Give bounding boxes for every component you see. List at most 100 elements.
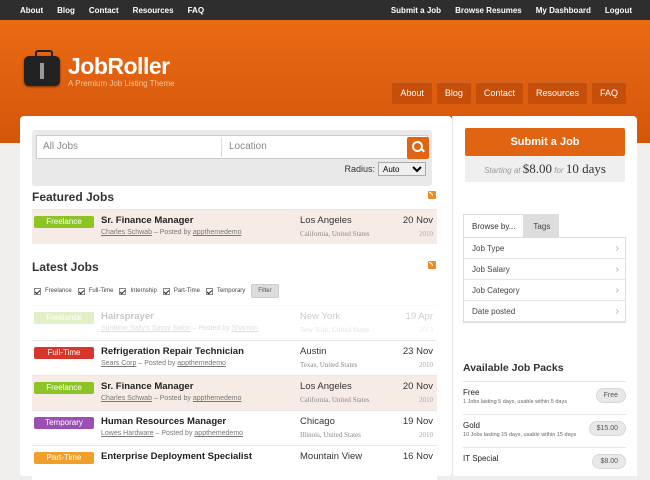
pack-desc: 1 Jobs lasting 5 days, usable within 5 d… xyxy=(463,399,567,405)
featured-job-row[interactable]: Freelance Sr. Finance Manager Charles Sc… xyxy=(32,209,437,244)
filter-button[interactable]: Filter xyxy=(251,284,279,298)
job-meta: Sears Corp – Posted by appthemedemo xyxy=(101,360,226,367)
location-input[interactable]: Location xyxy=(229,141,267,152)
job-title[interactable]: Refrigeration Repair Technician xyxy=(101,346,244,357)
top-nav-contact[interactable]: Contact xyxy=(89,6,119,15)
search-icon[interactable] xyxy=(407,137,429,159)
filter-label: Internship xyxy=(130,288,157,294)
poster-link[interactable]: appthemedemo xyxy=(177,360,226,367)
job-row[interactable]: Part-Time Enterprise Deployment Speciali… xyxy=(32,445,437,480)
top-nav-logout[interactable]: Logout xyxy=(605,6,632,15)
job-region: Texas, United States xyxy=(300,361,358,369)
browse-item-date-posted[interactable]: Date posted xyxy=(464,301,625,322)
posted-prefix: – Posted by xyxy=(138,360,176,367)
filter-label: Freelance xyxy=(45,288,72,294)
company-link[interactable]: Lowes Hardware xyxy=(101,430,154,437)
job-row[interactable]: Full-Time Refrigeration Repair Technicia… xyxy=(32,340,437,375)
job-pack-free[interactable]: Free 1 Jobs lasting 5 days, usable withi… xyxy=(463,381,626,414)
poster-link[interactable]: appthemedemo xyxy=(193,229,242,236)
radius-select[interactable]: Auto xyxy=(378,162,426,176)
checkbox-icon[interactable] xyxy=(119,287,127,295)
poster-link[interactable]: appthemedemo xyxy=(193,395,242,402)
filter-label: Part-Time xyxy=(173,288,200,294)
job-meta: Lowes Hardware – Posted by appthemedemo xyxy=(101,430,243,437)
keyword-input[interactable]: All Jobs xyxy=(43,141,78,152)
radius-control: Radius: Auto xyxy=(344,162,426,176)
job-city: Los Angeles xyxy=(300,381,352,392)
browse-item-job-type[interactable]: Job Type xyxy=(464,238,625,259)
job-pack-it-special[interactable]: IT Special $8.00 xyxy=(463,447,626,480)
top-nav-dashboard[interactable]: My Dashboard xyxy=(536,6,591,15)
tab-browse-by[interactable]: Browse by... xyxy=(463,214,525,238)
checkbox-icon[interactable] xyxy=(77,287,85,295)
job-type-badge: Freelance xyxy=(34,382,94,394)
job-date: 20 Nov xyxy=(402,215,433,226)
pack-price[interactable]: $15.00 xyxy=(588,421,626,436)
top-nav-browse-resumes[interactable]: Browse Resumes xyxy=(455,6,522,15)
company-link[interactable]: Sunblow Sally's Sassy Salon xyxy=(101,325,191,332)
job-city: Mountain View xyxy=(300,451,363,462)
browse-item-job-salary[interactable]: Job Salary xyxy=(464,259,625,280)
job-date: 20 Nov xyxy=(402,381,433,392)
pack-price[interactable]: $8.00 xyxy=(592,454,626,469)
posted-prefix: – Posted by xyxy=(192,325,230,332)
header-nav: About Blog Contact Resources FAQ xyxy=(392,82,626,104)
header-nav-about[interactable]: About xyxy=(392,82,432,104)
top-nav-faq[interactable]: FAQ xyxy=(188,6,204,15)
company-link[interactable]: Charles Schwab xyxy=(101,395,152,402)
briefcase-icon xyxy=(24,50,60,86)
rss-icon[interactable] xyxy=(428,261,436,269)
job-row[interactable]: Freelance Hairsprayer Sunblow Sally's Sa… xyxy=(32,305,437,340)
browse-list: Job Type Job Salary Job Category Date po… xyxy=(463,237,626,323)
checkbox-icon[interactable] xyxy=(205,287,213,295)
job-title[interactable]: Sr. Finance Manager xyxy=(101,381,193,392)
header-nav-resources[interactable]: Resources xyxy=(527,82,587,104)
job-title[interactable]: Hairsprayer xyxy=(101,311,154,322)
submit-job-button[interactable]: Submit a Job xyxy=(465,128,625,156)
job-row[interactable]: Temporary Human Resources Manager Lowes … xyxy=(32,410,437,445)
job-city: Austin xyxy=(300,346,327,357)
filter-parttime[interactable]: Part-Time xyxy=(162,287,200,295)
job-year: 2010 xyxy=(419,431,433,439)
top-nav-submit-job[interactable]: Submit a Job xyxy=(391,6,441,15)
filter-temporary[interactable]: Temporary xyxy=(205,287,246,295)
browse-tabs: Browse by... Tags xyxy=(463,214,560,238)
job-type-filters: Freelance Full-Time Internship Part-Time… xyxy=(34,284,279,298)
company-link[interactable]: Sears Corp xyxy=(101,360,136,367)
pack-price[interactable]: Free xyxy=(595,388,626,403)
filter-fulltime[interactable]: Full-Time xyxy=(77,287,113,295)
browse-item-job-category[interactable]: Job Category xyxy=(464,280,625,301)
job-title[interactable]: Enterprise Deployment Specialist xyxy=(101,451,252,462)
top-nav-resources[interactable]: Resources xyxy=(133,6,174,15)
filter-label: Temporary xyxy=(216,288,246,294)
filter-internship[interactable]: Internship xyxy=(119,287,157,295)
top-nav-blog[interactable]: Blog xyxy=(57,6,75,15)
site-logo[interactable]: JobRoller A Premium Job Listing Theme xyxy=(24,50,175,88)
job-title[interactable]: Human Resources Manager xyxy=(101,416,226,427)
posted-prefix: – Posted by xyxy=(153,229,191,236)
job-type-badge: Part-Time xyxy=(34,452,94,464)
job-year: 2013 xyxy=(419,326,433,334)
header-nav-blog[interactable]: Blog xyxy=(436,82,471,104)
header-nav-contact[interactable]: Contact xyxy=(475,82,523,104)
filter-freelance[interactable]: Freelance xyxy=(34,287,72,295)
price-duration: 10 days xyxy=(565,161,606,176)
company-link[interactable]: Charles Schwab xyxy=(101,229,152,236)
checkbox-icon[interactable] xyxy=(162,287,170,295)
poster-link[interactable]: appthemedemo xyxy=(194,430,243,437)
rss-icon[interactable] xyxy=(428,191,436,199)
poster-link[interactable]: Sharnon xyxy=(232,325,258,332)
pack-name: Free xyxy=(463,388,480,397)
job-title[interactable]: Sr. Finance Manager xyxy=(101,215,193,226)
tab-tags[interactable]: Tags xyxy=(524,214,560,238)
price-prefix: Starting at xyxy=(484,166,521,175)
job-row[interactable]: Freelance Sr. Finance Manager Charles Sc… xyxy=(32,375,437,410)
checkbox-icon[interactable] xyxy=(34,287,41,295)
header-nav-faq[interactable]: FAQ xyxy=(591,82,626,104)
top-nav-about[interactable]: About xyxy=(20,6,43,15)
featured-jobs-heading: Featured Jobs xyxy=(32,190,115,204)
job-pack-gold[interactable]: Gold 10 Jobs lasting 15 days, usable wit… xyxy=(463,414,626,447)
job-year: 2010 xyxy=(419,396,433,404)
brand-tagline: A Premium Job Listing Theme xyxy=(68,79,175,88)
job-date: 19 Apr xyxy=(405,311,433,322)
